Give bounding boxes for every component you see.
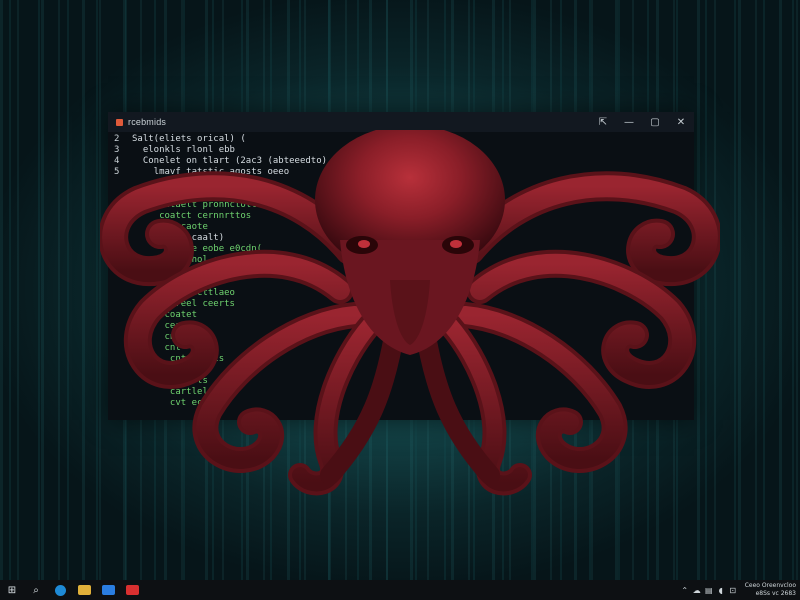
window-title: rcebmids — [128, 117, 167, 127]
chevron-up-icon[interactable]: ⌃ — [679, 580, 691, 600]
app-icon — [116, 118, 123, 126]
start-button[interactable]: ⊞ — [0, 580, 24, 600]
taskbar-app-terminal[interactable] — [96, 580, 120, 600]
system-tray: ⌃ ☁ ▤ ◖ ⊡ Ceeo Oreenvcloo e8Ss vc 2683 — [679, 580, 800, 600]
window-controls: ⇱ — ▢ ✕ — [590, 112, 694, 132]
desktop-background: rcebmids ⇱ — ▢ ✕ 2 Salt(eliets orical) (3… — [0, 0, 800, 580]
folder-icon — [77, 585, 91, 595]
media-icon — [125, 585, 139, 595]
edge-icon — [54, 584, 66, 596]
network-icon[interactable]: ▤ — [703, 580, 715, 600]
close-button[interactable]: ✕ — [668, 112, 694, 132]
maximize-button[interactable]: ▢ — [642, 112, 668, 132]
taskbar: ⊞ ⌕ ⌃ ☁ ▤ ◖ ⊡ Ceeo Oreenvcloo e8Ss vc 26… — [0, 580, 800, 600]
taskbar-app-media[interactable] — [120, 580, 144, 600]
search-icon[interactable]: ⌕ — [24, 580, 48, 600]
taskbar-app-files[interactable] — [72, 580, 96, 600]
terminal-icon — [101, 585, 115, 595]
cloud-icon[interactable]: ☁ — [691, 580, 703, 600]
clock-time: Ceeo Oreenvcloo — [744, 582, 796, 589]
clock[interactable]: Ceeo Oreenvcloo e8Ss vc 2683 — [739, 582, 796, 598]
volume-icon[interactable]: ◖ — [715, 580, 727, 600]
clock-date: e8Ss vc 2683 — [755, 590, 796, 597]
taskbar-app-edge[interactable] — [48, 580, 72, 600]
minimize-button[interactable]: — — [616, 112, 642, 132]
window-titlebar[interactable]: rcebmids ⇱ — ▢ ✕ — [108, 112, 694, 132]
pin-icon[interactable]: ⇱ — [590, 112, 616, 132]
octopus-illustration — [100, 130, 720, 496]
battery-icon[interactable]: ⊡ — [727, 580, 739, 600]
